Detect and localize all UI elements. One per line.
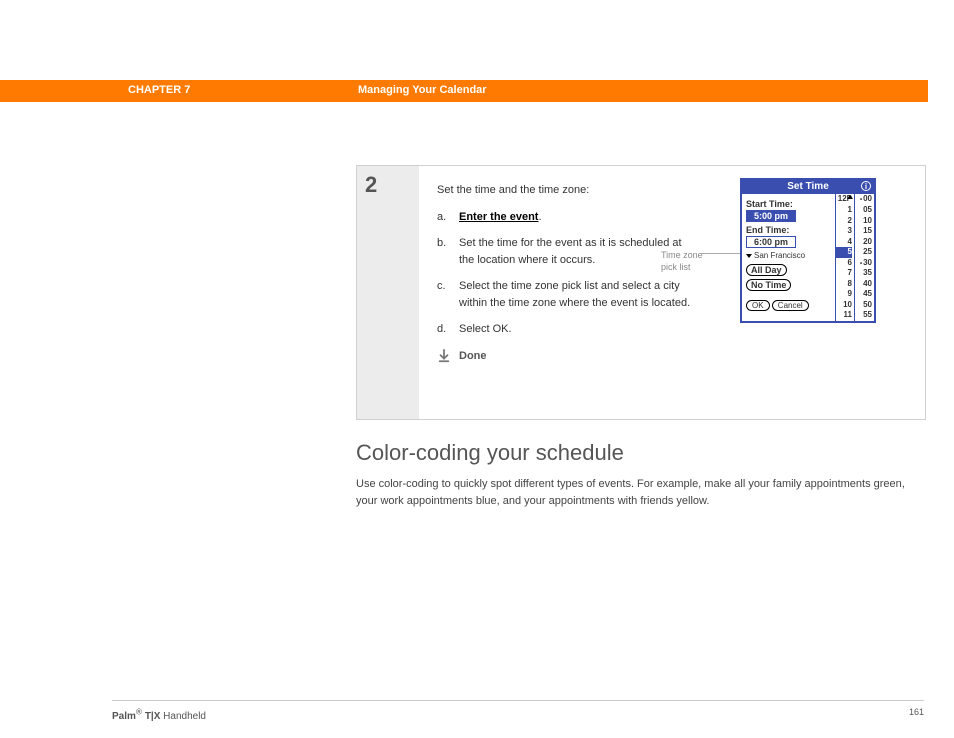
hours-column: 12P1234567891011 [836, 194, 854, 321]
ok-button: OK [746, 300, 770, 311]
footer-brand: Palm® T|X Handheld [112, 711, 206, 722]
chapter-header: CHAPTER 7 Managing Your Calendar [0, 80, 928, 102]
start-time-value: 5:00 pm [746, 210, 796, 222]
no-time-button: No Time [746, 279, 791, 291]
step-item-a: a. Enter the event. [437, 209, 697, 226]
step-body: Set the time and the time zone: a. Enter… [437, 182, 697, 364]
step-left-gutter: 2 [357, 166, 419, 419]
done-row: Done [437, 348, 697, 365]
done-arrow-icon [437, 349, 451, 363]
end-time-label: End Time: [746, 225, 831, 235]
enter-event-link[interactable]: Enter the event [459, 211, 538, 223]
page-number: 161 [909, 707, 924, 717]
step-list: a. Enter the event. b. Set the time for … [437, 209, 697, 338]
start-time-label: Start Time: [746, 199, 831, 209]
step-intro: Set the time and the time zone: [437, 182, 697, 199]
step-item-d: d. Select OK. [437, 321, 697, 338]
all-day-button: All Day [746, 264, 787, 276]
chapter-number: CHAPTER 7 [128, 84, 190, 96]
section-body: Use color-coding to quickly spot differe… [356, 476, 916, 509]
chapter-title: Managing Your Calendar [358, 84, 487, 96]
done-label: Done [459, 348, 487, 365]
step-item-b: b. Set the time for the event as it is s… [437, 235, 697, 268]
end-time-value: 6:00 pm [746, 236, 796, 248]
step-number: 2 [365, 172, 377, 198]
palm-screenshot: Set Time i Start Time: 5:00 pm End Time:… [740, 178, 876, 323]
section-color-coding: Color-coding your schedule Use color-cod… [356, 440, 916, 509]
step-item-c: c. Select the time zone pick list and se… [437, 278, 697, 311]
callout-label: Time zone pick list [661, 250, 703, 273]
info-icon: i [861, 181, 871, 191]
section-heading: Color-coding your schedule [356, 440, 916, 466]
timezone-picklist: San Francisco [746, 251, 831, 260]
dropdown-triangle-icon [746, 254, 752, 258]
palm-titlebar: Set Time i [742, 180, 874, 194]
minutes-column: 000510152025303540455055 [854, 194, 874, 321]
cancel-button: Cancel [772, 300, 809, 311]
page-footer: Palm® T|X Handheld 161 [112, 700, 924, 722]
